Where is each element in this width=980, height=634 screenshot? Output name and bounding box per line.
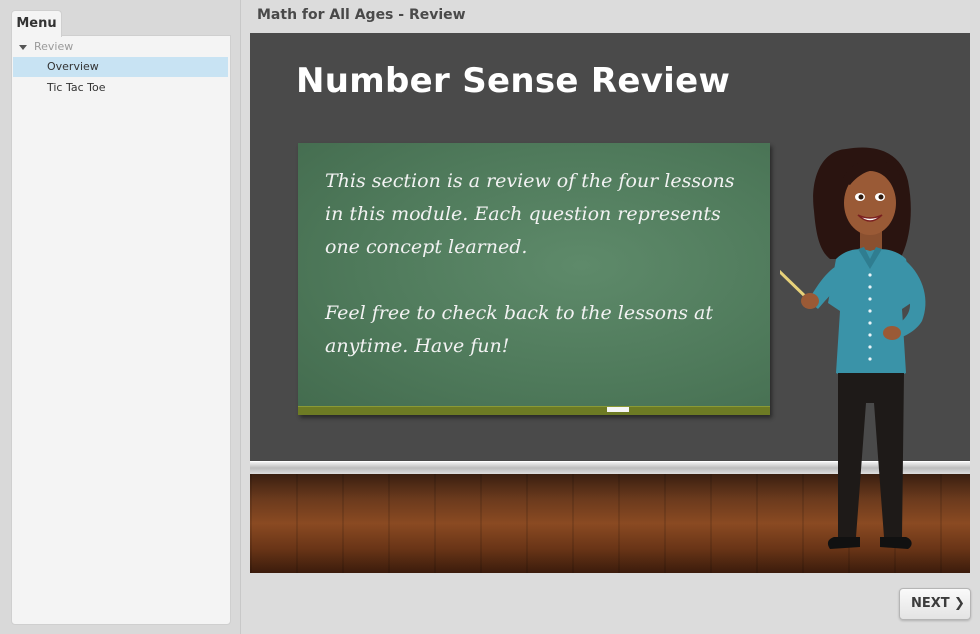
chevron-right-icon: ❯ bbox=[954, 596, 965, 611]
slide-content: Number Sense Review This section is a re… bbox=[250, 33, 970, 573]
menu-item-label: Overview bbox=[47, 60, 99, 73]
sidebar: Menu Review Overview Tic Tac Toe bbox=[0, 0, 241, 634]
next-button-label: NEXT bbox=[911, 596, 950, 611]
menu-item-overview[interactable]: Overview bbox=[13, 57, 228, 77]
menu-panel: Review Overview Tic Tac Toe bbox=[11, 35, 231, 625]
caret-down-icon[interactable] bbox=[19, 45, 27, 50]
teacher-illustration bbox=[780, 147, 926, 549]
chalkboard-text-intro: This section is a review of the four les… bbox=[325, 170, 735, 258]
menu-item-label: Tic Tac Toe bbox=[47, 81, 106, 94]
course-title: Math for All Ages - Review bbox=[257, 7, 466, 23]
next-button[interactable]: NEXT ❯ bbox=[899, 588, 971, 620]
menu-tab[interactable]: Menu bbox=[11, 10, 62, 37]
menu-item-tic-tac-toe[interactable]: Tic Tac Toe bbox=[13, 78, 228, 98]
menu-section-label: Review bbox=[34, 40, 74, 53]
chalk-piece bbox=[607, 407, 629, 412]
slide-title: Number Sense Review bbox=[296, 61, 731, 101]
menu-section-review[interactable]: Review bbox=[13, 37, 228, 57]
chalkboard-text-note: Feel free to check back to the lessons a… bbox=[325, 302, 714, 357]
chalkboard-ledge bbox=[298, 406, 770, 415]
chalkboard: This section is a review of the four les… bbox=[298, 143, 770, 415]
